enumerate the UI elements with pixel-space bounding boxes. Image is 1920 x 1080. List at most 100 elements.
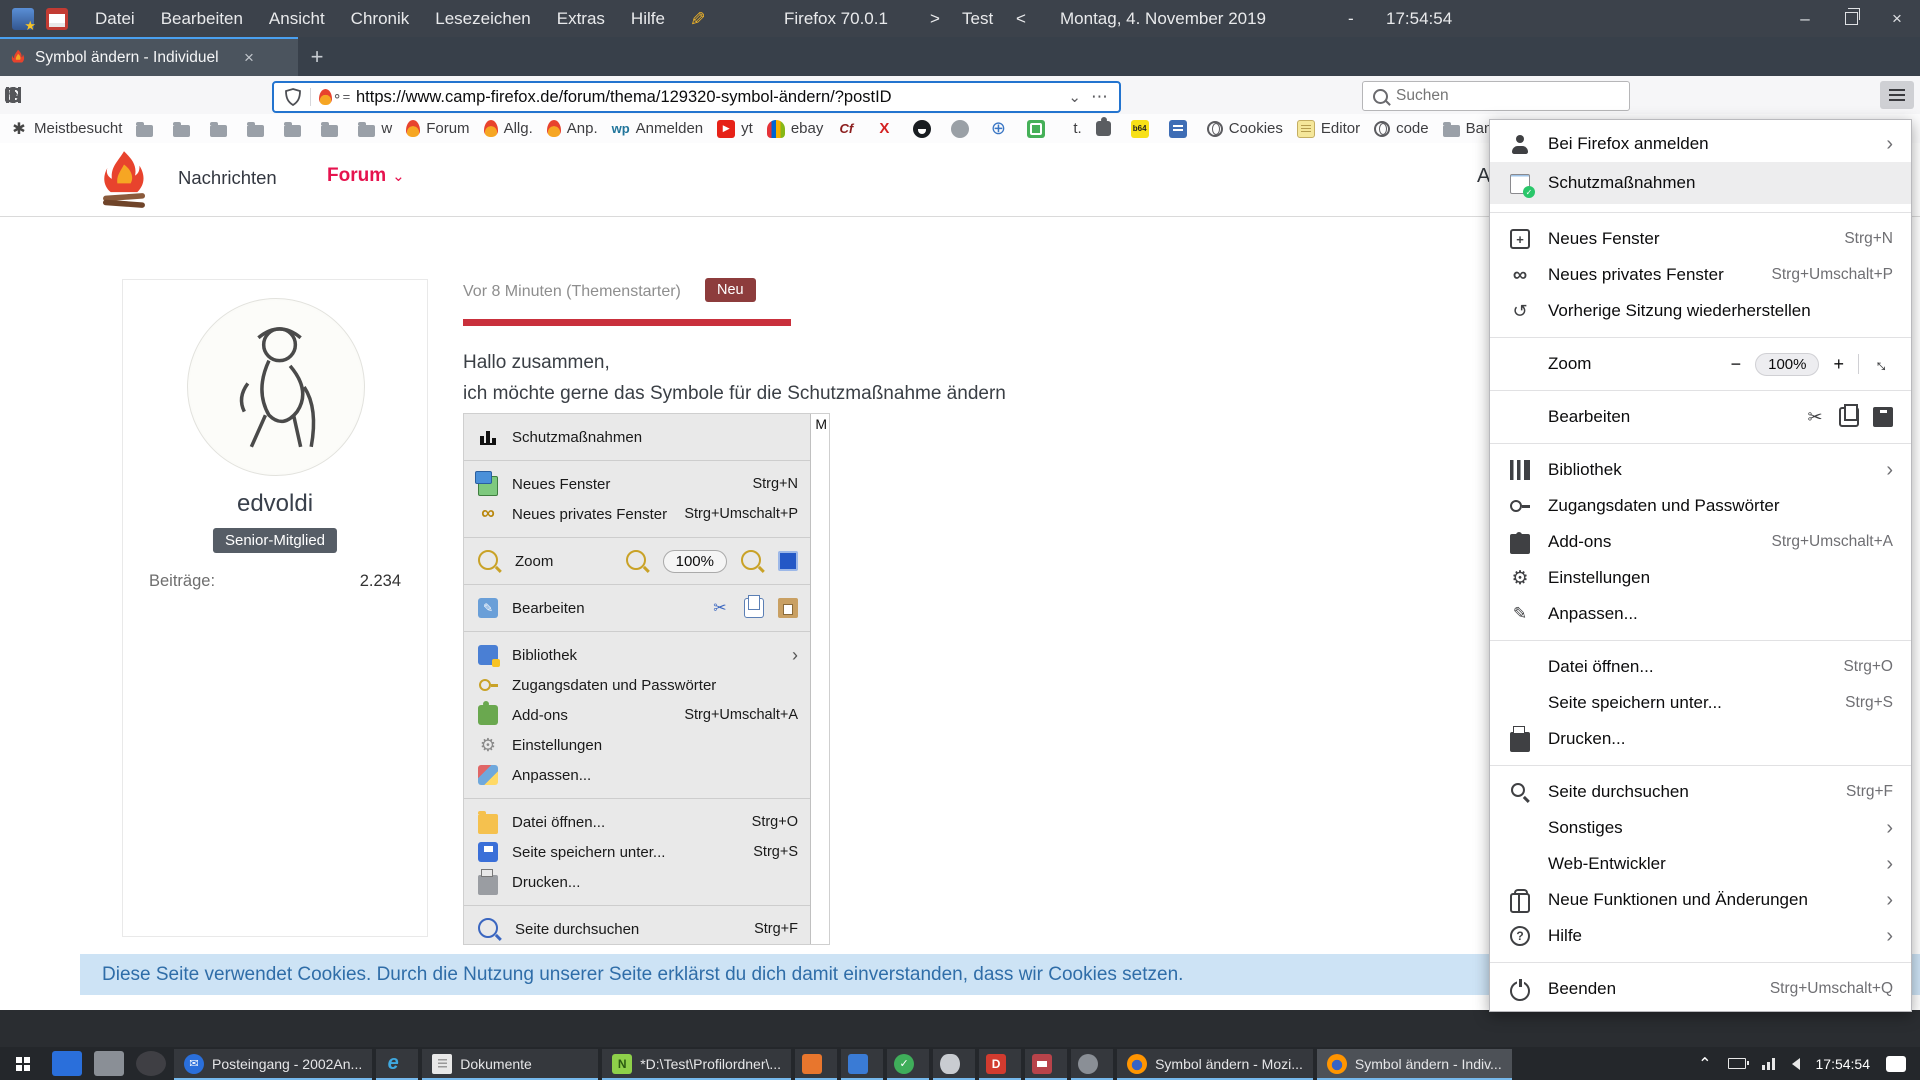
bookmark-item[interactable] xyxy=(989,120,1013,138)
bookmark-item[interactable]: Cookies xyxy=(1207,120,1283,137)
app-menu-item[interactable]: Drucken... − + xyxy=(1490,721,1911,757)
bookmark-item[interactable]: Anmelden xyxy=(612,120,704,138)
page-actions-dots-icon[interactable]: ⋯ xyxy=(1091,87,1109,107)
taskbar-window-button[interactable] xyxy=(933,1049,975,1080)
bookmark-item[interactable]: Meistbesucht xyxy=(10,120,122,138)
bookmark-item[interactable] xyxy=(247,121,270,137)
bookmark-item[interactable] xyxy=(136,121,159,137)
menubar-item[interactable]: Extras xyxy=(557,9,605,29)
nav-forum[interactable]: Forum xyxy=(327,165,405,187)
app-menu-item[interactable]: Zoom − 100% + xyxy=(1490,346,1911,382)
app-menu-item[interactable]: Seite speichern unter... Strg+S − + xyxy=(1490,685,1911,721)
app-menu-item[interactable]: Zugangsdaten und Passwörter − + xyxy=(1490,488,1911,524)
restore-button[interactable] xyxy=(1828,0,1874,37)
app-menu-item[interactable]: Beenden Strg+Umschalt+Q − + xyxy=(1490,971,1911,1007)
start-button[interactable] xyxy=(0,1047,46,1080)
nav-nachrichten[interactable]: Nachrichten xyxy=(178,167,277,189)
shield-icon[interactable] xyxy=(284,88,302,106)
pencil-icon[interactable]: ✎ xyxy=(684,11,707,27)
menu-hamburger-button[interactable] xyxy=(1880,81,1914,109)
taskbar-window-button[interactable]: *D:\Test\Profilordner\... xyxy=(602,1049,791,1080)
bookmark-item[interactable]: Allg. xyxy=(484,120,533,137)
tray-clock[interactable]: 17:54:54 xyxy=(1816,1056,1871,1072)
bookmark-item[interactable] xyxy=(875,120,899,138)
network-icon[interactable] xyxy=(1762,1058,1776,1070)
app-menu-item[interactable]: Einstellungen − + xyxy=(1490,560,1911,596)
post-embedded-screenshot[interactable]: Schutzmaßnahmen xyxy=(463,413,830,945)
bookmark-item[interactable] xyxy=(284,121,307,137)
bookmark-item[interactable] xyxy=(913,120,937,138)
bookmark-item[interactable] xyxy=(1096,121,1117,136)
bookmark-item[interactable]: Editor xyxy=(1297,120,1360,138)
bookmark-item[interactable]: code xyxy=(1374,120,1429,137)
url-dropdown-chevron-icon[interactable]: ⌄ xyxy=(1068,88,1081,106)
bookmark-item[interactable]: w xyxy=(358,120,392,137)
app-menu-item[interactable]: Neues Fenster Strg+N − + xyxy=(1490,221,1911,257)
bookmark-item[interactable]: Forum xyxy=(406,120,469,137)
session-app-icon[interactable] xyxy=(12,8,34,30)
fullscreen-icon[interactable] xyxy=(1873,354,1893,374)
bookmark-item[interactable] xyxy=(837,120,861,138)
zoom-level[interactable]: 100% xyxy=(1755,353,1819,376)
app-menu-item[interactable]: Bearbeiten − + xyxy=(1490,399,1911,435)
menubar-item[interactable]: Chronik xyxy=(351,9,410,29)
quicklaunch-dark-icon[interactable] xyxy=(136,1051,166,1076)
calendar-app-icon[interactable] xyxy=(46,8,68,30)
copy-icon[interactable] xyxy=(1839,407,1859,427)
battery-icon[interactable] xyxy=(1728,1058,1746,1069)
avatar[interactable] xyxy=(187,298,365,476)
menubar-item[interactable]: Bearbeiten xyxy=(161,9,243,29)
app-menu-item[interactable]: Bibliothek − + xyxy=(1490,452,1911,488)
bookmark-item[interactable]: yt xyxy=(717,120,753,138)
bookmark-item[interactable] xyxy=(321,121,344,137)
app-menu-item[interactable]: Anpassen... − + xyxy=(1490,596,1911,632)
bookmark-item[interactable]: Anp. xyxy=(547,120,598,137)
bookmark-item[interactable] xyxy=(1027,120,1051,138)
taskbar-window-button[interactable] xyxy=(1071,1049,1113,1080)
taskbar-window-button[interactable]: Symbol ändern - Mozi... xyxy=(1117,1049,1313,1080)
zoom-out-button[interactable]: − xyxy=(1731,354,1742,375)
menubar-item[interactable]: Lesezeichen xyxy=(435,9,530,29)
taskbar-window-button[interactable] xyxy=(795,1049,837,1080)
taskbar-window-button[interactable] xyxy=(376,1049,418,1080)
app-menu-item[interactable]: Datei öffnen... Strg+O − + xyxy=(1490,649,1911,685)
app-menu-item[interactable]: Seite durchsuchen Strg+F − + xyxy=(1490,774,1911,810)
taskbar-window-button[interactable]: Dokumente xyxy=(422,1049,598,1080)
speaker-icon[interactable] xyxy=(1792,1058,1800,1070)
camp-firefox-logo[interactable] xyxy=(98,149,150,211)
bookmark-item[interactable]: ebay xyxy=(767,120,824,138)
sidebar-icon[interactable] xyxy=(5,88,21,102)
app-menu-item[interactable]: Add-ons Strg+Umschalt+A − + xyxy=(1490,524,1911,560)
taskbar-window-button[interactable] xyxy=(1025,1049,1067,1080)
tab-close-icon[interactable]: × xyxy=(244,48,254,68)
taskbar-window-button[interactable] xyxy=(887,1049,929,1080)
permissions-key-icon[interactable]: ⚬= xyxy=(332,88,350,106)
notifications-icon[interactable] xyxy=(1886,1056,1906,1072)
menubar-item[interactable]: Hilfe xyxy=(631,9,665,29)
menubar-item[interactable]: Ansicht xyxy=(269,9,325,29)
bookmark-item[interactable] xyxy=(210,121,233,137)
app-menu-item[interactable]: Vorherige Sitzung wiederherstellen − + xyxy=(1490,293,1911,329)
url-bar[interactable]: ⚬= https://www.camp-firefox.de/forum/the… xyxy=(272,81,1121,113)
taskbar-window-button[interactable] xyxy=(841,1049,883,1080)
url-text[interactable]: https://www.camp-firefox.de/forum/thema/… xyxy=(356,88,1058,107)
app-menu-item[interactable]: Web-Entwickler − + xyxy=(1490,846,1911,882)
app-menu-item[interactable]: Hilfe − + xyxy=(1490,918,1911,954)
app-menu-item[interactable]: Neue Funktionen und Änderungen − + xyxy=(1490,882,1911,918)
zoom-in-button[interactable]: + xyxy=(1833,354,1844,375)
taskbar-window-button[interactable]: Posteingang - 2002An... xyxy=(174,1049,372,1080)
bookmark-item[interactable] xyxy=(1131,120,1155,138)
app-menu-item[interactable]: Schutzmaßnahmen − + xyxy=(1490,162,1911,204)
taskbar-window-button[interactable] xyxy=(979,1049,1021,1080)
menubar-item[interactable]: Datei xyxy=(95,9,135,29)
taskbar-window-button[interactable]: Symbol ändern - Indiv... xyxy=(1317,1049,1512,1080)
bookmark-item[interactable] xyxy=(1169,120,1193,138)
app-menu-item[interactable]: Sonstiges − + xyxy=(1490,810,1911,846)
app-menu-item[interactable]: Neues privates Fenster Strg+Umschalt+P −… xyxy=(1490,257,1911,293)
bookmark-item[interactable] xyxy=(173,121,196,137)
new-tab-button[interactable]: + xyxy=(298,37,336,76)
quicklaunch-blue-icon[interactable] xyxy=(52,1051,82,1076)
paste-icon[interactable] xyxy=(1873,407,1893,427)
quicklaunch-gray-icon[interactable] xyxy=(94,1051,124,1076)
search-bar[interactable]: Suchen xyxy=(1362,81,1630,111)
